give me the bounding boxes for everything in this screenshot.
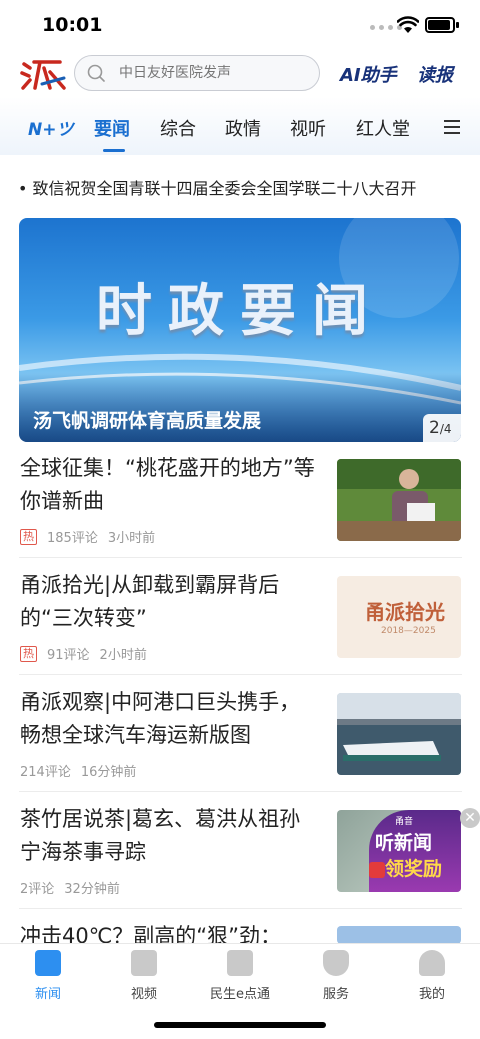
news-meta: 2评论 32分钟前 — [20, 878, 120, 897]
search-input[interactable] — [119, 62, 309, 84]
news-title: 甬派观察|中阿港口巨头携手，畅想全球汽车海运新版图 — [20, 690, 301, 747]
battery-icon — [425, 17, 459, 33]
tab-headlines[interactable]: 要闻 — [94, 115, 130, 141]
news-meta: 热 91评论 2小时前 — [20, 644, 147, 663]
promo-ad-thumbnail[interactable]: 甬音 听新闻 领奖励 — [337, 810, 461, 892]
status-time: 10:01 — [42, 14, 103, 36]
banner-title-art: 时政要闻 — [96, 279, 384, 344]
nav-video[interactable]: 视频 — [96, 950, 192, 1002]
news-title: 全球征集！“桃花盛开的地方”等你谱新曲 — [20, 456, 315, 513]
news-time: 2小时前 — [99, 648, 147, 663]
news-title: 甬派拾光|从卸载到霸屏背后的“三次转变” — [20, 573, 280, 630]
read-paper-button[interactable]: 读报 — [417, 61, 453, 87]
user-icon — [419, 950, 445, 976]
video-icon — [131, 950, 157, 976]
ai-assistant-button[interactable]: AI助手 — [340, 61, 397, 87]
news-meta: 214评论 16分钟前 — [20, 761, 136, 780]
news-title: 茶竹居说茶|葛玄、葛洪从祖孙宁海茶事寻踪 — [20, 807, 301, 864]
comment-count: 185评论 — [47, 531, 98, 546]
tab-politics[interactable]: 政情 — [225, 115, 261, 141]
close-ad-icon[interactable]: ✕ — [460, 808, 480, 828]
hot-badge: 热 — [20, 645, 37, 662]
nav-profile[interactable]: 我的 — [384, 950, 480, 1002]
news-icon — [35, 950, 61, 976]
headline-banner[interactable]: 时政要闻 汤飞帆调研体育高质量发展 2/4 — [19, 218, 461, 442]
search-icon — [87, 64, 105, 82]
nav-news[interactable]: 新闻 — [0, 950, 96, 1002]
scrolling-headline[interactable]: • 致信祝贺全国青联十四届全委会全国学联二十八大召开 — [18, 175, 478, 199]
comment-count: 91评论 — [47, 648, 90, 663]
news-thumbnail — [337, 693, 461, 775]
search-bar[interactable] — [74, 55, 320, 91]
app-logo-icon[interactable] — [20, 58, 66, 92]
tab-general[interactable]: 综合 — [160, 115, 196, 141]
hot-badge: 热 — [20, 528, 37, 545]
news-time: 32分钟前 — [64, 882, 120, 897]
channel-tabs: N+ツ 要闻 综合 政情 视听 红人堂 — [0, 97, 480, 155]
nav-services[interactable]: 服务 — [288, 950, 384, 1002]
comment-count: 214评论 — [20, 765, 71, 780]
banner-pager: 2/4 — [423, 414, 461, 442]
tab-ny-logo[interactable]: N+ツ — [28, 115, 73, 140]
calendar-icon — [227, 950, 253, 976]
wifi-icon — [397, 16, 419, 33]
nav-livelihood[interactable]: 民生e点通 — [192, 950, 288, 1002]
home-indicator — [154, 1022, 326, 1028]
news-thumbnail — [337, 459, 461, 541]
news-time: 16分钟前 — [80, 765, 137, 780]
shield-icon — [323, 950, 349, 976]
tab-celebrities[interactable]: 红人堂 — [356, 115, 410, 141]
news-time: 3小时前 — [107, 531, 156, 546]
comment-count: 2评论 — [20, 882, 55, 897]
status-bar: 10:01 — [0, 0, 480, 52]
news-thumbnail — [337, 926, 461, 944]
news-thumbnail: 甬派拾光 2018—2025 — [337, 576, 461, 658]
channel-menu-icon[interactable] — [444, 120, 460, 134]
tab-av[interactable]: 视听 — [290, 115, 326, 141]
active-tab-indicator — [103, 149, 125, 152]
news-meta: 热 185评论 3小时前 — [20, 527, 155, 546]
banner-caption: 汤飞帆调研体育高质量发展 — [33, 410, 262, 432]
app-header: AI助手 读报 — [0, 52, 480, 97]
